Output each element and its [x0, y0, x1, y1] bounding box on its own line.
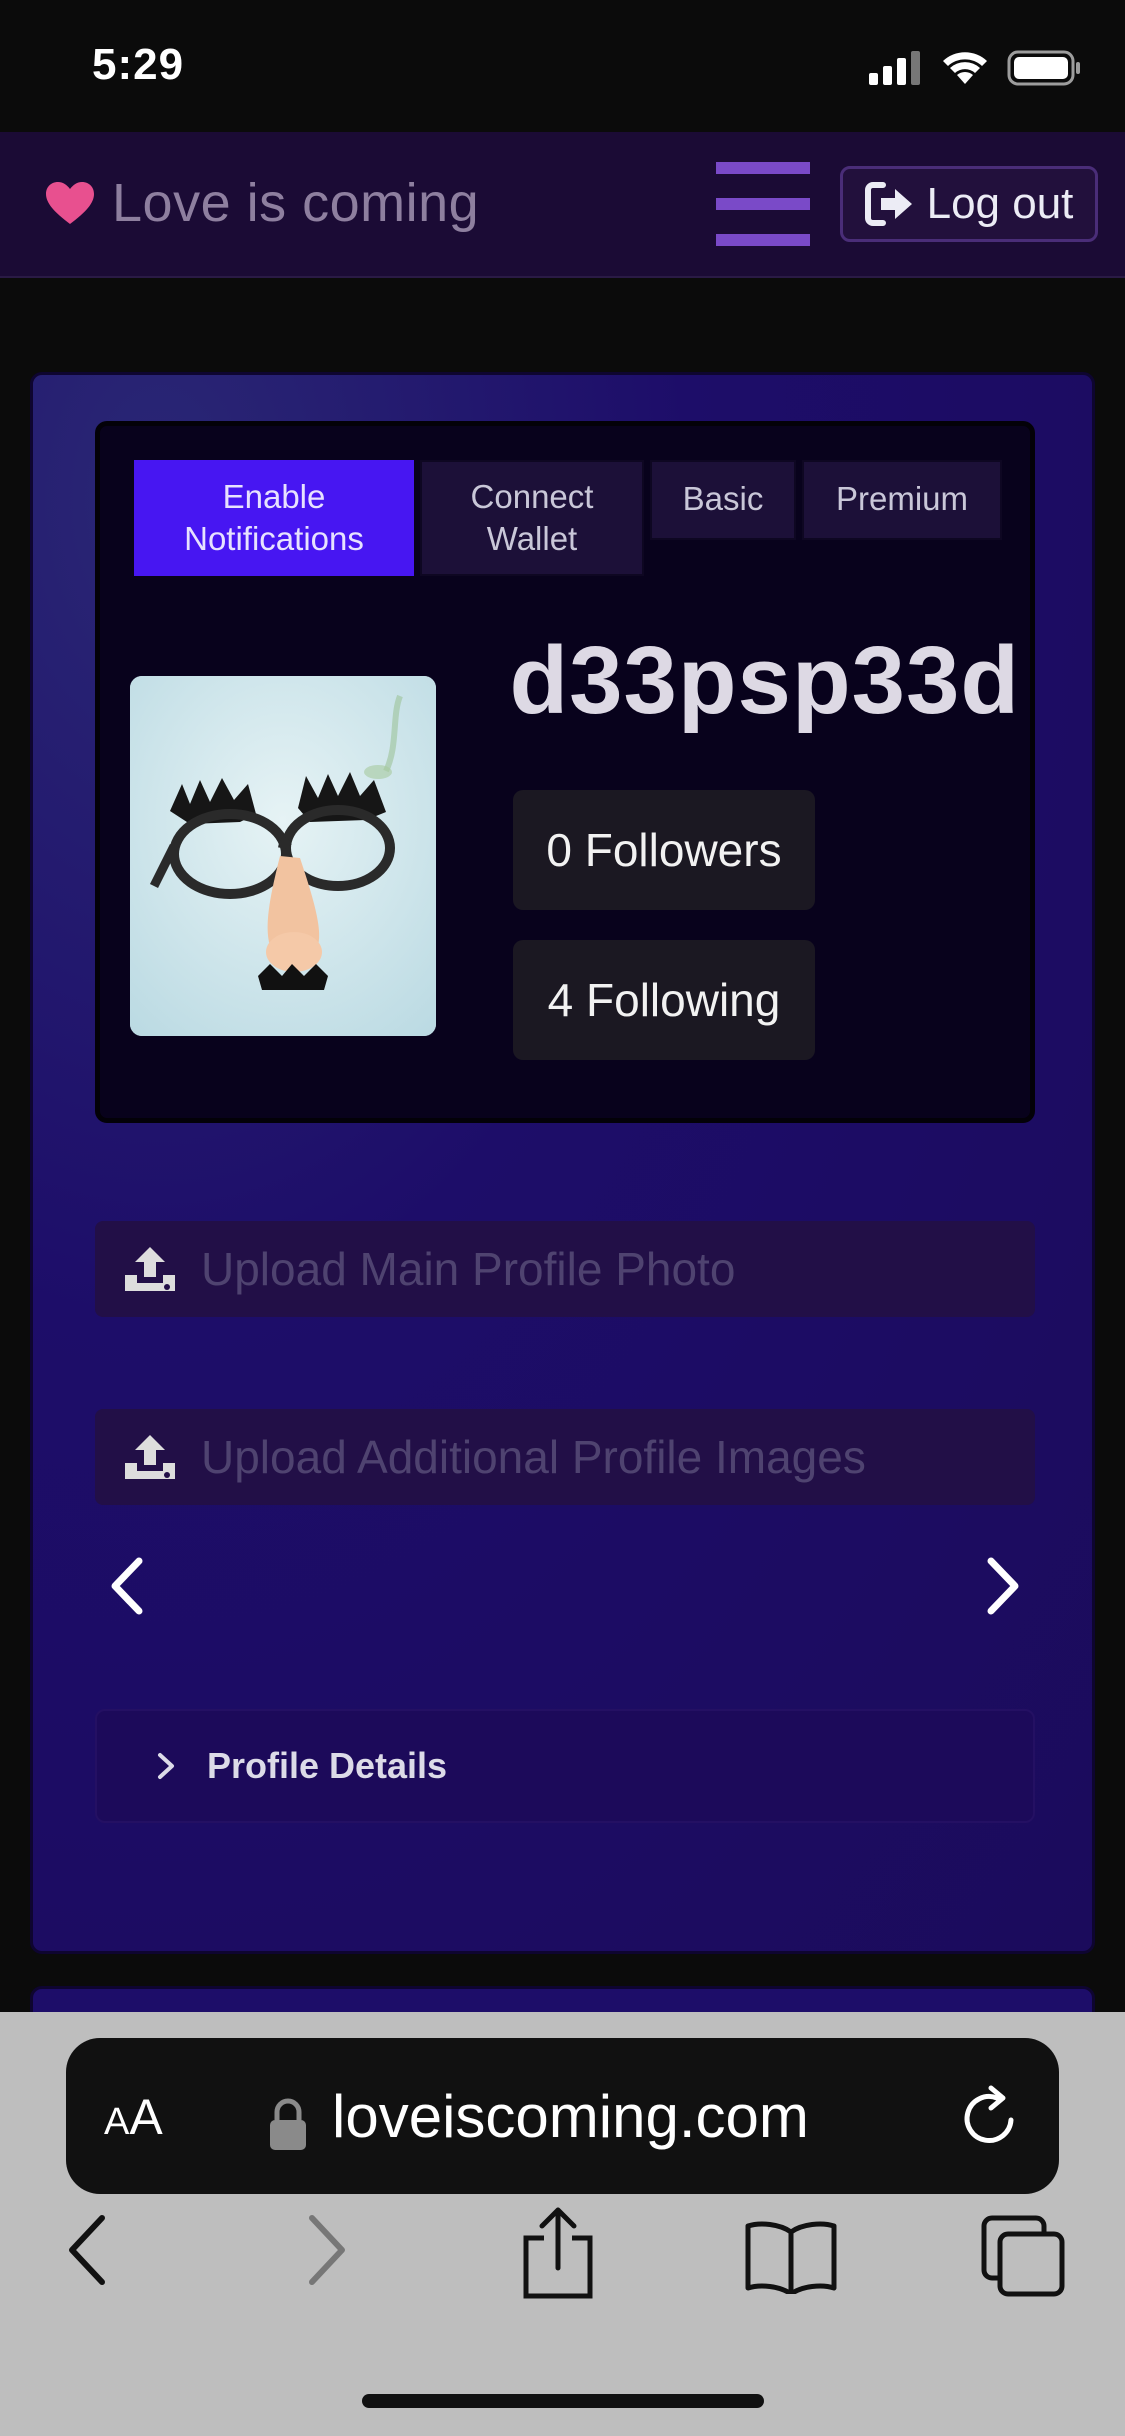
profile-tabs: Enable Notifications Connect Wallet Basi… — [134, 460, 1002, 576]
profile-card: Enable Notifications Connect Wallet Basi… — [30, 372, 1095, 1954]
carousel-prev-icon[interactable] — [99, 1551, 159, 1621]
address-bar[interactable]: AA loveiscoming.com — [66, 2038, 1059, 2194]
tab-premium[interactable]: Premium — [802, 460, 1002, 540]
upload-main-photo-button[interactable]: Upload Main Profile Photo — [95, 1221, 1035, 1317]
profile-details-label: Profile Details — [207, 1745, 448, 1786]
tab-enable-notifications[interactable]: Enable Notifications — [134, 460, 414, 576]
brand-title: Love is coming — [112, 173, 480, 233]
carousel-next-icon[interactable] — [971, 1551, 1031, 1621]
cellular-signal-icon — [869, 51, 920, 85]
logout-button[interactable]: Log out — [840, 166, 1098, 242]
home-indicator[interactable] — [362, 2394, 764, 2408]
wifi-icon — [943, 52, 987, 84]
back-arrow-icon[interactable] — [62, 2210, 112, 2290]
status-bar: 5:29 — [0, 0, 1125, 132]
upload-additional-images-button[interactable]: Upload Additional Profile Images — [95, 1409, 1035, 1505]
share-icon[interactable] — [518, 2204, 598, 2300]
upload-main-photo-label: Upload Main Profile Photo — [201, 1243, 736, 1295]
reload-icon[interactable] — [959, 2082, 1023, 2150]
logout-label: Log out — [926, 179, 1074, 228]
profile-panel: Enable Notifications Connect Wallet Basi… — [95, 421, 1035, 1123]
tab-connect-wallet[interactable]: Connect Wallet — [420, 460, 644, 576]
sign-out-icon — [864, 182, 912, 226]
app-header: Love is coming Log out — [0, 132, 1125, 278]
tab-label: Connect — [470, 478, 594, 515]
tab-label: Premium — [835, 480, 969, 517]
text-size-label-small: A — [104, 2101, 130, 2143]
avatar-image — [130, 676, 436, 1036]
url-text: loveiscoming.com — [332, 2083, 809, 2150]
upload-additional-images-label: Upload Additional Profile Images — [201, 1431, 866, 1483]
tab-basic[interactable]: Basic — [650, 460, 796, 540]
bookmarks-icon[interactable] — [744, 2218, 838, 2294]
heart-icon — [46, 182, 94, 224]
status-icons — [869, 50, 1081, 86]
text-size-label-big: A — [129, 2089, 163, 2145]
tabs-icon[interactable] — [980, 2214, 1066, 2298]
tab-label: Wallet — [486, 520, 578, 557]
lock-icon — [270, 2098, 306, 2150]
brand[interactable]: Love is coming — [44, 172, 479, 234]
avatar[interactable] — [130, 676, 436, 1036]
tab-label: Enable — [222, 478, 326, 515]
forward-arrow-icon[interactable] — [302, 2210, 352, 2290]
upload-icon — [125, 1435, 175, 1479]
profile-details-toggle[interactable]: Profile Details — [95, 1709, 1035, 1823]
upload-icon — [125, 1247, 175, 1291]
chevron-right-icon — [158, 1753, 174, 1779]
text-size-button[interactable]: AA — [104, 2088, 163, 2146]
tab-label: Notifications — [184, 520, 364, 557]
hamburger-menu-icon[interactable] — [712, 162, 812, 248]
followers-button[interactable]: 0 Followers — [513, 790, 815, 910]
tab-label: Basic — [682, 480, 764, 517]
username: d33psp33d — [509, 627, 1020, 734]
following-button[interactable]: 4 Following — [513, 940, 815, 1060]
battery-icon — [1007, 50, 1080, 86]
status-time: 5:29 — [92, 40, 185, 89]
